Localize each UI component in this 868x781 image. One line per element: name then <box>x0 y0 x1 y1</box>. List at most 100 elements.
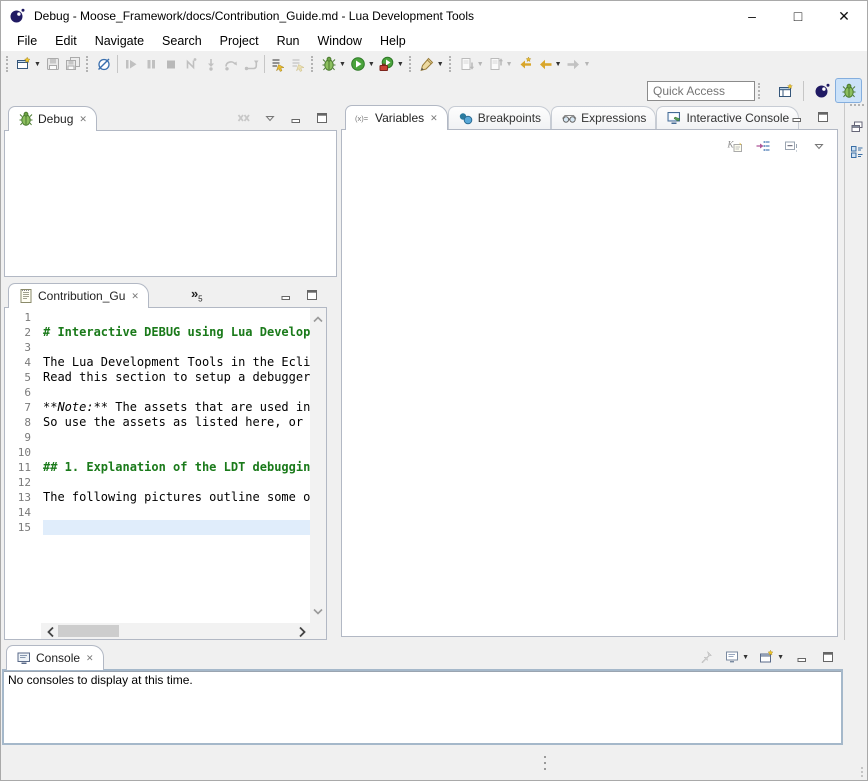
toolbar-grip[interactable] <box>86 56 91 72</box>
code-line[interactable]: 15 <box>5 520 310 535</box>
minimize-button[interactable] <box>792 646 812 668</box>
minimize-button[interactable] <box>276 284 296 306</box>
forward-button[interactable]: ▼ <box>564 53 593 75</box>
dropdown-arrow-icon[interactable]: ▼ <box>437 61 444 68</box>
menu-project[interactable]: Project <box>211 33 268 49</box>
lua-perspective-button[interactable] <box>808 78 835 103</box>
code-line[interactable]: 6 <box>5 385 310 400</box>
maximize-button[interactable] <box>302 284 322 306</box>
code-line[interactable]: 11## 1. Explanation of the LDT debuggin <box>5 460 310 475</box>
code-line[interactable]: 8So use the assets as listed here, or <box>5 415 310 430</box>
show-type-names-button[interactable]: K <box>725 135 745 157</box>
skip-all-breakpoints-button[interactable] <box>94 53 114 75</box>
editor-text-area[interactable]: 12# Interactive DEBUG using Lua Develop3… <box>5 308 310 623</box>
scrollbar-thumb[interactable] <box>58 625 119 637</box>
code-line[interactable]: 7**Note:** The assets that are used in <box>5 400 310 415</box>
tab-breakpoints[interactable]: Breakpoints <box>448 106 551 129</box>
save-all-button[interactable] <box>63 53 83 75</box>
dropdown-arrow-icon[interactable]: ▼ <box>34 61 41 68</box>
code-line[interactable]: 10 <box>5 445 310 460</box>
close-icon[interactable]: ✕ <box>131 291 139 302</box>
previous-annotation-button[interactable]: ▼ <box>486 53 515 75</box>
code-line[interactable]: 3 <box>5 340 310 355</box>
run-button[interactable]: ▼ <box>348 53 377 75</box>
editor-horizontal-scrollbar[interactable] <box>41 623 310 639</box>
step-return-button[interactable] <box>241 53 261 75</box>
disconnect-button[interactable] <box>181 53 201 75</box>
variables-view-content[interactable]: K <box>341 129 838 637</box>
minimize-button[interactable] <box>286 107 306 129</box>
menu-navigate[interactable]: Navigate <box>86 33 153 49</box>
dropdown-arrow-icon[interactable]: ▼ <box>777 654 784 661</box>
console-content[interactable]: No consoles to display at this time. <box>2 669 843 745</box>
code-line[interactable]: 2# Interactive DEBUG using Lua Develop <box>5 325 310 340</box>
editor-vertical-scrollbar[interactable] <box>310 308 326 623</box>
menu-search[interactable]: Search <box>153 33 211 49</box>
restore-views-button[interactable] <box>848 118 866 136</box>
save-button[interactable] <box>43 53 63 75</box>
tab-expressions[interactable]: Expressions <box>551 106 656 129</box>
close-icon[interactable]: ✕ <box>79 114 87 125</box>
step-into-selection-button[interactable] <box>288 53 308 75</box>
menu-file[interactable]: File <box>8 33 46 49</box>
maximize-button[interactable] <box>312 107 332 129</box>
suspend-button[interactable] <box>141 53 161 75</box>
close-button[interactable]: ✕ <box>821 1 867 31</box>
maximize-button[interactable] <box>818 646 838 668</box>
close-icon[interactable]: ✕ <box>86 653 94 664</box>
tab-debug[interactable]: Debug✕ <box>8 106 97 131</box>
toolbar-grip[interactable] <box>311 56 316 72</box>
next-annotation-button[interactable]: ▼ <box>457 53 486 75</box>
collapse-all-button[interactable] <box>781 135 801 157</box>
debug-perspective-button[interactable] <box>835 78 862 103</box>
pin-console-button[interactable] <box>696 646 716 668</box>
status-bar-grip[interactable] <box>544 756 546 770</box>
minimize-button[interactable] <box>787 106 807 128</box>
maximize-button[interactable] <box>813 106 833 128</box>
external-tools-button[interactable]: ▼ <box>377 53 406 75</box>
scroll-left-icon[interactable] <box>43 624 57 638</box>
show-logical-structures-button[interactable] <box>753 135 773 157</box>
toolbar-grip[interactable] <box>758 83 763 99</box>
hidden-editors-chevron[interactable]: »5 <box>191 286 203 304</box>
step-into-button[interactable] <box>201 53 221 75</box>
menu-edit[interactable]: Edit <box>46 33 86 49</box>
trim-drag-handle[interactable] <box>850 104 864 109</box>
resume-button[interactable] <box>121 53 141 75</box>
menu-help[interactable]: Help <box>371 33 415 49</box>
debug-button[interactable]: ▼ <box>319 53 348 75</box>
view-menu-button[interactable] <box>809 135 829 157</box>
window-resize-grip[interactable] <box>861 767 863 777</box>
tab-interactive-console[interactable]: Interactive Console <box>656 106 799 129</box>
minimize-button[interactable]: – <box>729 1 775 31</box>
new-wizard-button[interactable]: ▼ <box>14 53 43 75</box>
last-edit-location-button[interactable] <box>515 53 535 75</box>
dropdown-arrow-icon[interactable]: ▼ <box>555 61 562 68</box>
open-console-button[interactable]: ▼ <box>757 646 786 668</box>
close-icon[interactable]: ✕ <box>430 113 438 124</box>
remove-all-terminated-button[interactable] <box>234 107 254 129</box>
scroll-up-icon[interactable] <box>310 311 326 327</box>
toolbar-grip[interactable] <box>409 56 414 72</box>
display-selected-console-button[interactable]: ▼ <box>722 646 751 668</box>
dropdown-arrow-icon[interactable]: ▼ <box>477 61 484 68</box>
view-menu-button[interactable] <box>260 107 280 129</box>
open-perspective-button[interactable] <box>772 78 799 103</box>
menu-window[interactable]: Window <box>309 33 371 49</box>
tab-contribution-gu[interactable]: Contribution_Gu✕ <box>8 283 149 308</box>
toolbar-grip[interactable] <box>6 56 11 72</box>
dropdown-arrow-icon[interactable]: ▼ <box>368 61 375 68</box>
use-step-filters-button[interactable] <box>268 53 288 75</box>
back-button[interactable]: ▼ <box>535 53 564 75</box>
debug-view-content[interactable] <box>4 130 337 277</box>
maximize-button[interactable]: □ <box>775 1 821 31</box>
code-line[interactable]: 9 <box>5 430 310 445</box>
mark-occurrences-button[interactable]: ▼ <box>417 53 446 75</box>
terminate-button[interactable] <box>161 53 181 75</box>
scroll-down-icon[interactable] <box>310 604 326 620</box>
code-line[interactable]: 4The Lua Development Tools in the Ecli <box>5 355 310 370</box>
dropdown-arrow-icon[interactable]: ▼ <box>506 61 513 68</box>
tab-variables[interactable]: (x)=Variables✕ <box>345 105 448 130</box>
tab-console[interactable]: Console✕ <box>6 645 104 670</box>
scroll-right-icon[interactable] <box>294 624 308 638</box>
